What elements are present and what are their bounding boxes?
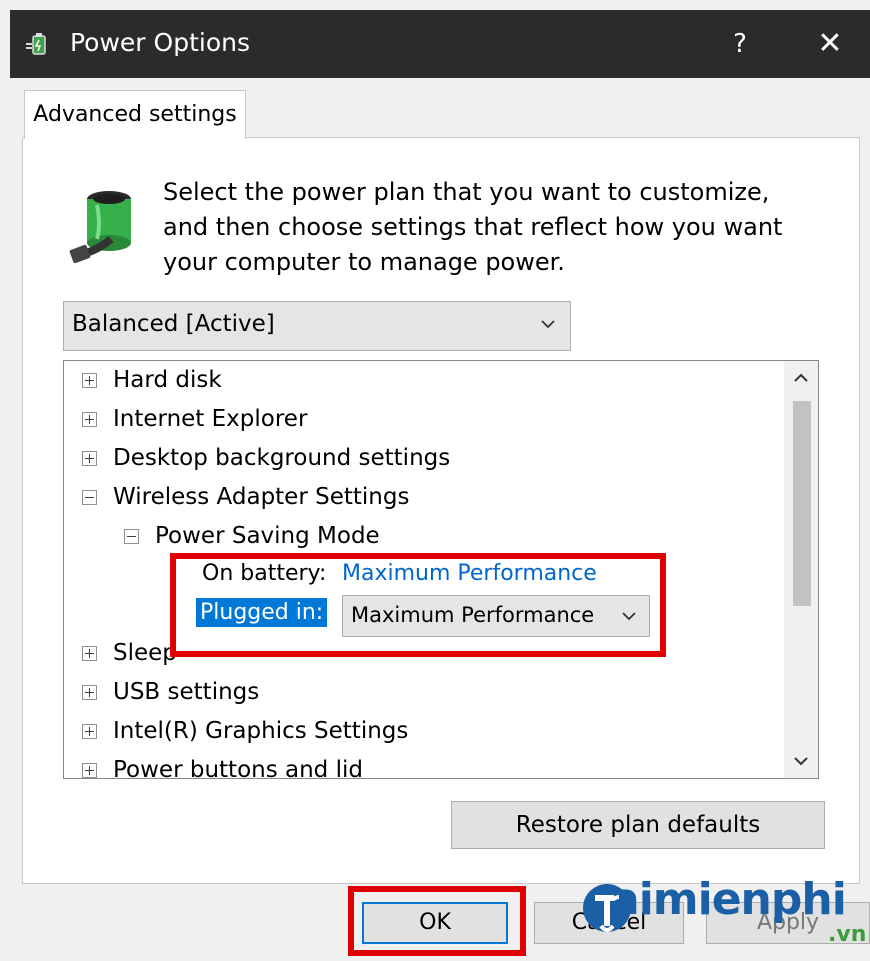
- help-button[interactable]: ?: [720, 24, 760, 64]
- expand-icon[interactable]: [82, 645, 97, 661]
- power-plan-dropdown[interactable]: Balanced [Active]: [63, 301, 571, 351]
- tree-item-intel-graphics[interactable]: Intel(R) Graphics Settings: [82, 712, 408, 750]
- tree-item-sleep[interactable]: Sleep: [82, 634, 177, 672]
- power-plan-value: Balanced [Active]: [72, 311, 275, 337]
- tree-item-power-saving-mode[interactable]: Power Saving Mode: [124, 517, 380, 555]
- tree-item-label: Hard disk: [113, 367, 222, 393]
- tree-item-hard-disk[interactable]: Hard disk: [82, 361, 222, 399]
- collapse-icon[interactable]: [124, 528, 139, 544]
- scroll-down-icon[interactable]: [784, 744, 818, 778]
- tree-item-label: Power buttons and lid: [113, 757, 363, 779]
- highlight-box: [170, 553, 666, 657]
- watermark-brand: aimienphi: [610, 874, 847, 925]
- restore-plan-defaults-button[interactable]: Restore plan defaults: [451, 801, 825, 849]
- tree-item-label: Power Saving Mode: [155, 523, 380, 549]
- close-button[interactable]: ✕: [810, 24, 850, 64]
- expand-icon[interactable]: [82, 450, 97, 466]
- power-options-window: Power Options ? ✕ Advanced settings Sele…: [0, 0, 870, 961]
- tree-item-desktop-background[interactable]: Desktop background settings: [82, 439, 450, 477]
- collapse-icon[interactable]: [82, 489, 97, 505]
- expand-icon[interactable]: [82, 372, 97, 388]
- tree-item-label: Intel(R) Graphics Settings: [113, 718, 409, 744]
- scroll-up-icon[interactable]: [784, 361, 818, 395]
- tree-item-internet-explorer[interactable]: Internet Explorer: [82, 400, 307, 438]
- tree-item-label: USB settings: [113, 679, 260, 705]
- expand-icon[interactable]: [82, 762, 97, 778]
- title-bar[interactable]: Power Options ? ✕: [10, 10, 870, 78]
- scroll-thumb[interactable]: [793, 401, 811, 606]
- tree-item-usb-settings[interactable]: USB settings: [82, 673, 259, 711]
- tree-item-wireless-adapter[interactable]: Wireless Adapter Settings: [82, 478, 409, 516]
- watermark-domain: .vn: [828, 922, 867, 947]
- window-title: Power Options: [70, 28, 250, 57]
- power-options-icon: [26, 33, 46, 55]
- tree-item-label: Wireless Adapter Settings: [113, 484, 410, 510]
- tree-item-power-buttons[interactable]: Power buttons and lid: [82, 751, 363, 779]
- tree-item-label: Sleep: [113, 640, 177, 666]
- description-text: Select the power plan that you want to c…: [163, 178, 783, 276]
- expand-icon[interactable]: [82, 723, 97, 739]
- battery-plug-icon: [69, 191, 131, 263]
- tree-item-label: Internet Explorer: [113, 406, 308, 432]
- chevron-down-icon: [541, 320, 555, 329]
- expand-icon[interactable]: [82, 411, 97, 427]
- tree-item-label: Desktop background settings: [113, 445, 451, 471]
- ok-highlight-box: [348, 886, 526, 956]
- tree-scrollbar[interactable]: [784, 361, 818, 778]
- advanced-settings-panel: Select the power plan that you want to c…: [22, 137, 860, 884]
- tab-advanced-settings[interactable]: Advanced settings: [24, 90, 246, 139]
- expand-icon[interactable]: [82, 684, 97, 700]
